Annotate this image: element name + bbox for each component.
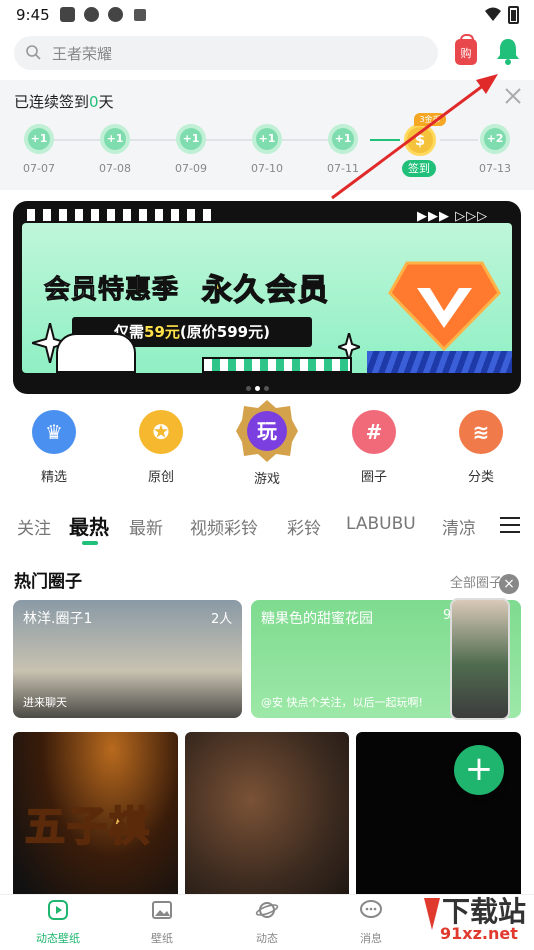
nav-label: 动态壁纸 bbox=[36, 932, 80, 945]
checkin-day: +1 bbox=[24, 124, 54, 154]
wifi-icon bbox=[485, 7, 501, 21]
price-value: 59元 bbox=[144, 323, 180, 341]
circle-name: 林洋.圈子1 bbox=[23, 611, 93, 627]
svg-text:玩: 玩 bbox=[257, 419, 277, 443]
play-badge-icon: 玩 bbox=[236, 400, 298, 462]
tab-indicator bbox=[82, 541, 98, 545]
circle-description: @安 快点个关注，以后一起玩啊! bbox=[261, 696, 423, 709]
category-quanzi[interactable]: # 圈子 bbox=[339, 410, 409, 485]
category-label: 游戏 bbox=[253, 472, 280, 487]
app-notification-icon bbox=[134, 9, 146, 21]
battery-icon bbox=[508, 6, 519, 24]
status-time: 9:45 bbox=[16, 6, 50, 24]
close-icon[interactable]: × bbox=[499, 574, 519, 594]
nav-label: 消息 bbox=[360, 932, 382, 945]
category-fenlei[interactable]: ≋ 分类 bbox=[446, 410, 516, 485]
tab-guanzhu[interactable]: 关注 bbox=[17, 514, 51, 539]
wallpaper-title: 五子棋 bbox=[24, 803, 151, 851]
tab-ringtone[interactable]: 彩铃 bbox=[287, 514, 321, 539]
watermark-logo: 下载站 91xz.net bbox=[420, 888, 534, 950]
checkin-date: 07-09 bbox=[175, 162, 207, 175]
carousel-dots bbox=[246, 376, 276, 391]
vip-gem-icon bbox=[388, 261, 501, 352]
nav-label: 壁纸 bbox=[151, 932, 173, 945]
checkin-reward: +1 bbox=[180, 128, 202, 150]
checkin-reward: +1 bbox=[256, 128, 278, 150]
progress-line bbox=[130, 139, 176, 141]
hash-icon: # bbox=[352, 410, 396, 454]
category-label: 圈子 bbox=[360, 470, 387, 485]
play-square-icon bbox=[48, 900, 68, 920]
wallpaper-thumbnail[interactable]: 五子棋 bbox=[13, 732, 178, 902]
nav-dynamic[interactable]: 动态 bbox=[227, 898, 307, 946]
progress-line bbox=[54, 139, 100, 141]
checkin-day: +1 bbox=[100, 124, 130, 154]
promo-banner[interactable]: ▶▶▶ ▷▷▷ 会员特惠季 永久会员 仅需59元(原价599元) bbox=[13, 201, 521, 394]
checker-decoration bbox=[27, 209, 217, 221]
category-youxi[interactable]: 玩 游戏 bbox=[232, 400, 302, 487]
cloud-decoration bbox=[56, 333, 136, 373]
price-original: (原价599元) bbox=[179, 323, 270, 341]
search-placeholder: 王者荣耀 bbox=[52, 45, 113, 63]
tab-video-ringtone[interactable]: 视频彩铃 bbox=[190, 514, 258, 539]
message-icon bbox=[360, 900, 382, 918]
floating-wallpaper-preview[interactable] bbox=[450, 598, 510, 720]
category-jingxuan[interactable]: ♛ 精选 bbox=[19, 410, 89, 485]
status-bar: 9:45 bbox=[0, 0, 534, 30]
app-notification-icon bbox=[84, 7, 99, 22]
checkin-date: 07-10 bbox=[251, 162, 283, 175]
medal-icon: ✪ bbox=[139, 410, 183, 454]
circle-description: 进来聊天 bbox=[23, 696, 67, 709]
crown-icon: ♛ bbox=[32, 410, 76, 454]
stripe-decoration bbox=[367, 351, 512, 373]
tab-zuixin[interactable]: 最新 bbox=[129, 514, 163, 539]
nav-dynamic-wallpaper[interactable]: 动态壁纸 bbox=[18, 898, 98, 946]
app-notification-icon bbox=[108, 7, 123, 22]
checkin-title: 已连续签到0天 bbox=[14, 91, 114, 112]
section-title: 热门圈子 bbox=[14, 572, 82, 592]
banner-panel: 会员特惠季 永久会员 仅需59元(原价599元) bbox=[22, 223, 512, 373]
circle-card[interactable]: 林洋.圈子1 2人 进来聊天 bbox=[13, 600, 242, 718]
checkin-reward: +1 bbox=[104, 128, 126, 150]
planet-icon bbox=[255, 902, 279, 918]
annotation-arrow-icon bbox=[331, 74, 498, 200]
circle-name: 糖果色的甜蜜花园 bbox=[261, 611, 373, 627]
image-icon bbox=[152, 901, 172, 919]
watermark-url: 91xz.net bbox=[440, 924, 518, 943]
layers-icon: ≋ bbox=[459, 410, 503, 454]
category-label: 原创 bbox=[147, 470, 174, 485]
tab-qingliang[interactable]: 清凉 bbox=[442, 514, 492, 539]
checkin-date: 07-08 bbox=[99, 162, 131, 175]
menu-icon[interactable] bbox=[500, 516, 520, 534]
category-yuanchuang[interactable]: ✪ 原创 bbox=[126, 410, 196, 485]
tab-labubu[interactable]: LABUBU bbox=[346, 514, 416, 534]
checkin-days: 0 bbox=[89, 93, 99, 111]
add-button[interactable]: + bbox=[454, 745, 504, 795]
checkin-prefix: 已连续签到 bbox=[14, 93, 90, 111]
checkin-day: +1 bbox=[252, 124, 282, 154]
nav-label: 动态 bbox=[256, 932, 278, 945]
arrows-decoration: ▶▶▶ ▷▷▷ bbox=[417, 209, 489, 224]
checkin-date: 07-07 bbox=[23, 162, 55, 175]
wallpaper-thumbnail[interactable] bbox=[185, 732, 349, 902]
tab-zuire[interactable]: 最热 bbox=[69, 511, 109, 540]
nav-message[interactable]: 消息 bbox=[331, 898, 411, 946]
view-all-link[interactable]: 全部圈子 bbox=[450, 572, 502, 591]
search-icon bbox=[26, 45, 41, 60]
circle-member-count: 2人 bbox=[211, 612, 233, 627]
category-label: 精选 bbox=[40, 470, 67, 485]
progress-line bbox=[206, 139, 252, 141]
banner-title: 会员特惠季 bbox=[43, 275, 180, 306]
nav-wallpaper[interactable]: 壁纸 bbox=[122, 898, 202, 946]
checkin-day: +1 bbox=[176, 124, 206, 154]
checker-decoration bbox=[202, 357, 352, 373]
checkin-suffix: 天 bbox=[98, 93, 114, 111]
banner-highlight: 永久会员 bbox=[201, 272, 330, 309]
notification-icon bbox=[60, 7, 75, 22]
checkin-reward: +1 bbox=[28, 128, 50, 150]
category-label: 分类 bbox=[467, 470, 494, 485]
